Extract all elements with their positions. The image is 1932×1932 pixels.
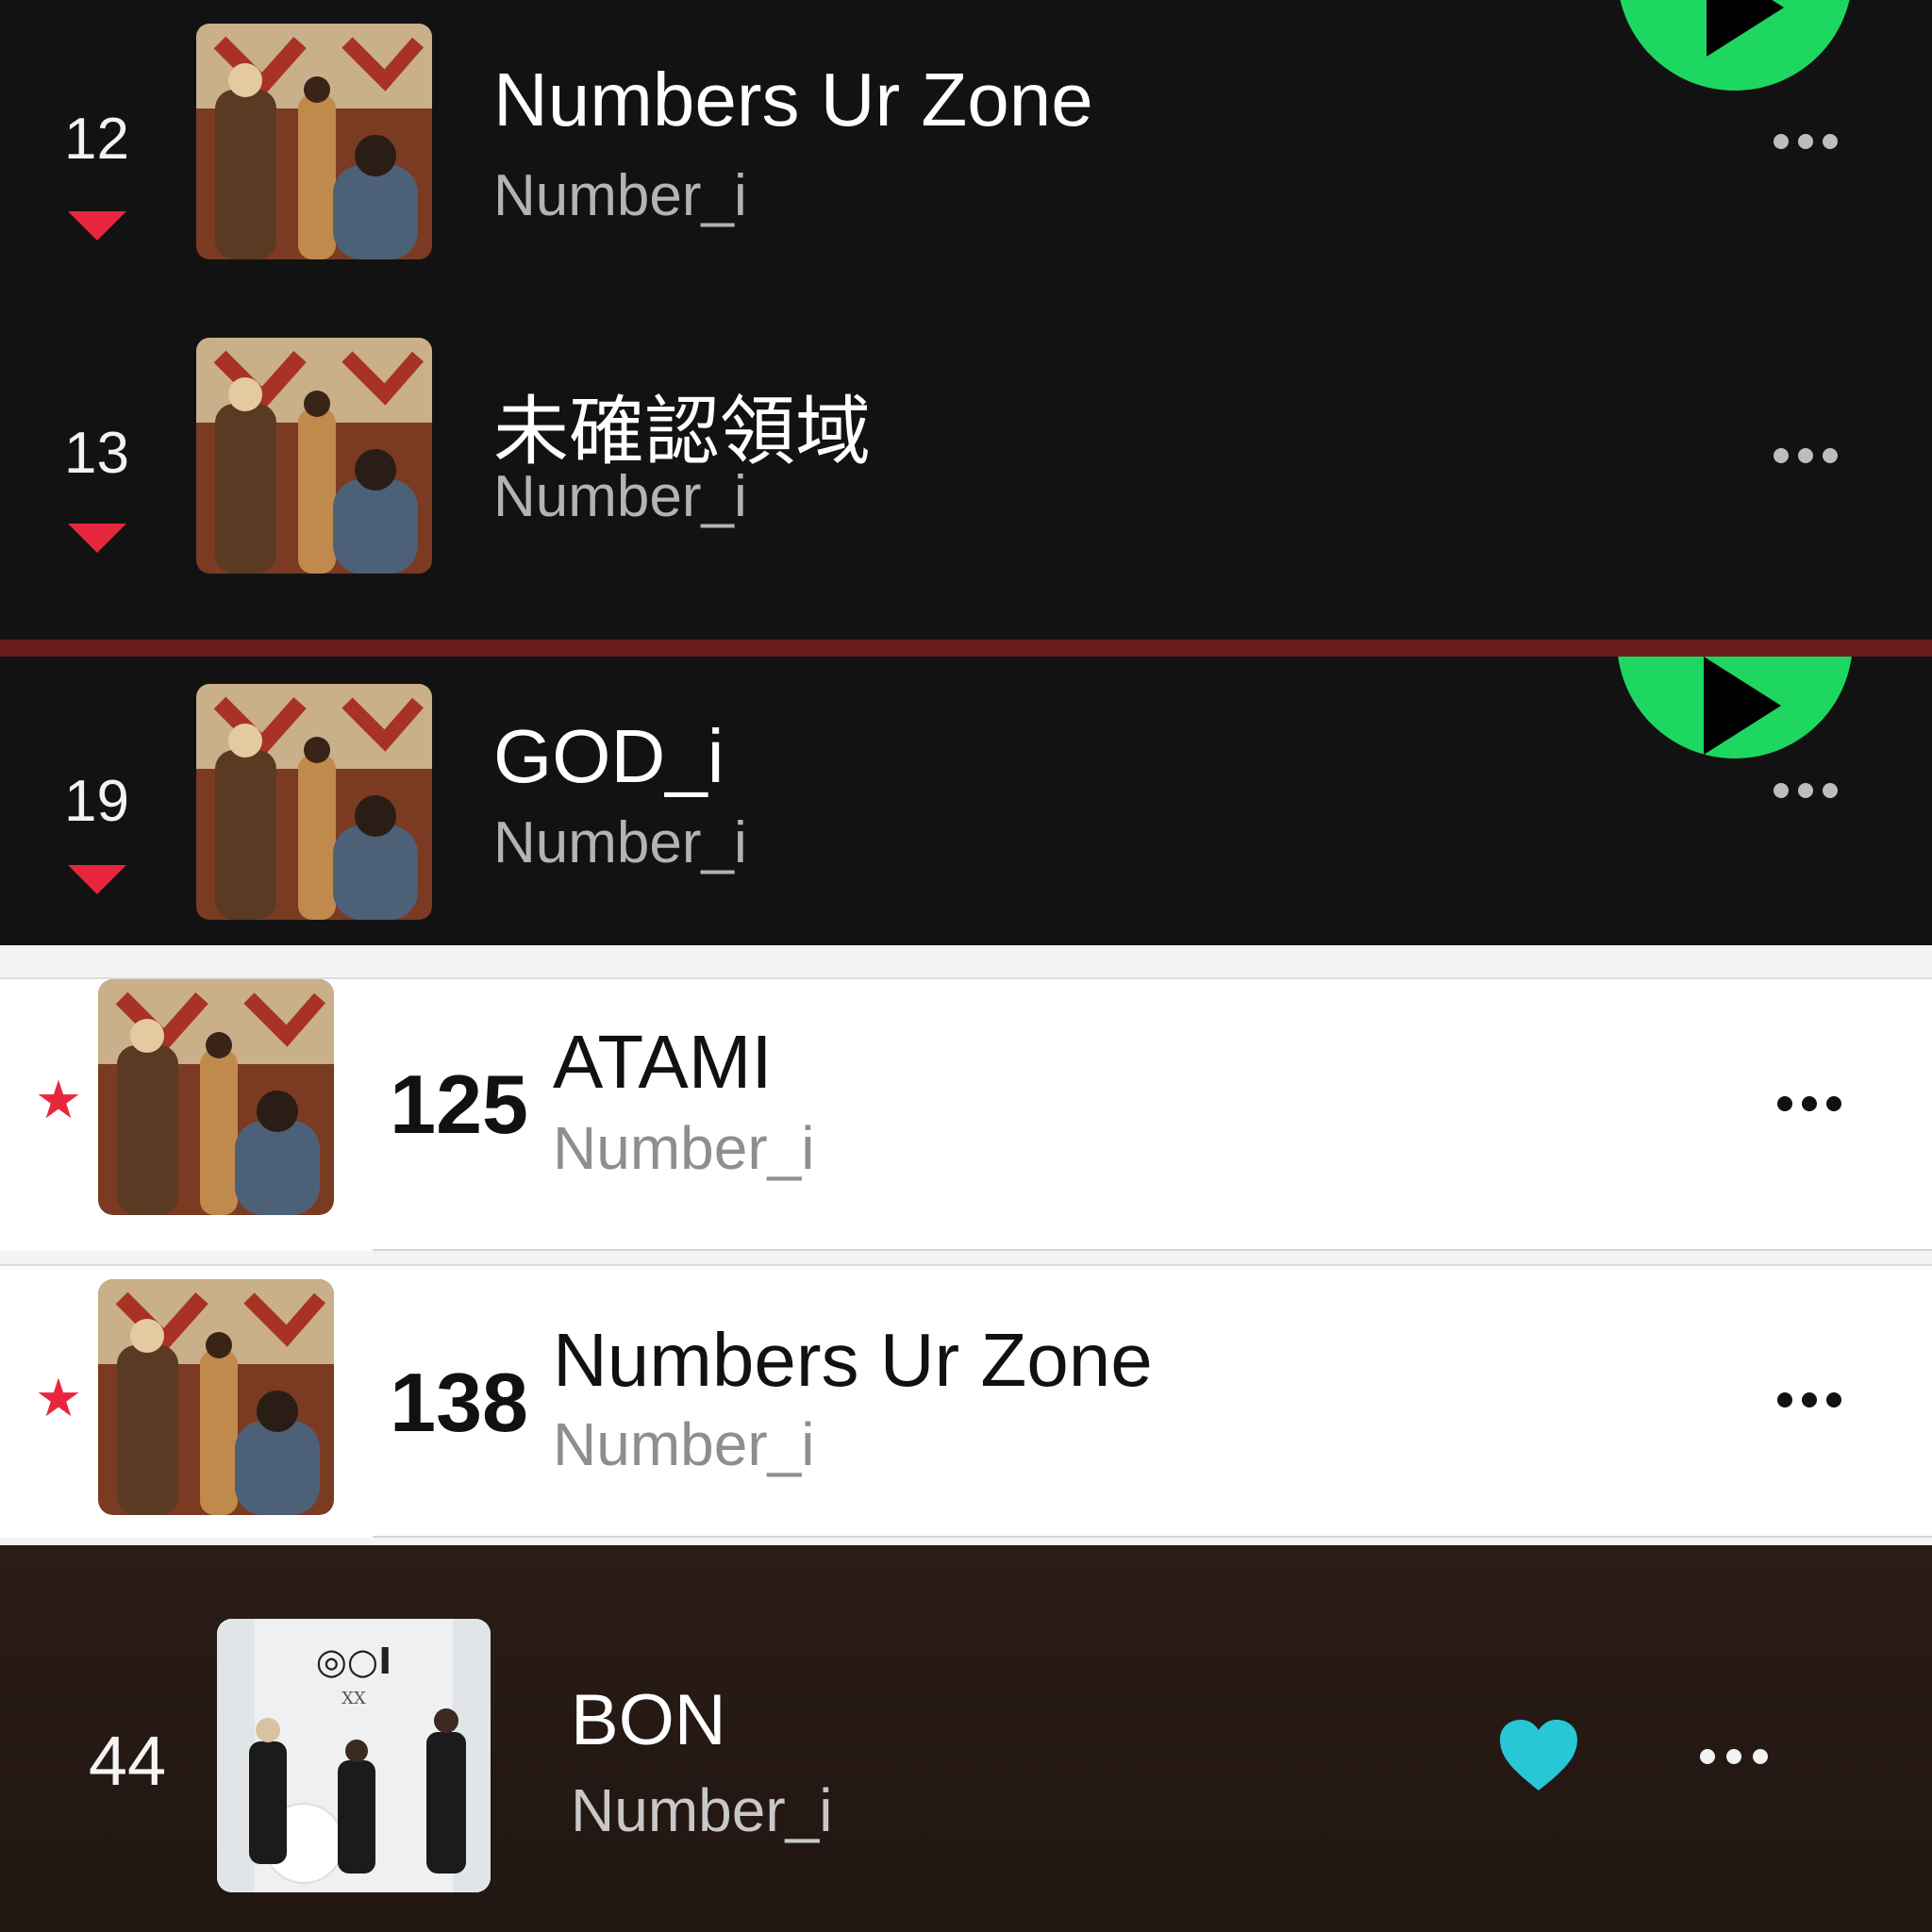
chart-row[interactable]: 12 Numbers Ur Zone Number_i (0, 0, 1932, 302)
dark-chart-section: 12 Numbers Ur Zone Number_i 13 未確認領域 Num… (0, 0, 1932, 640)
track-artist: Number_i (493, 163, 747, 228)
svg-text:◎○Ⅰ: ◎○Ⅰ (316, 1641, 391, 1682)
more-dot (1774, 448, 1789, 463)
more-dot (1753, 1749, 1768, 1764)
rank-down-icon (68, 211, 126, 241)
more-dot (1802, 1096, 1817, 1111)
star-badge-icon: ★ (34, 1368, 83, 1427)
more-options-button[interactable] (1766, 779, 1860, 802)
rank-number: 13 (64, 421, 129, 486)
dark-chart-section-2: 19 GOD_i Number_i (0, 640, 1932, 945)
album-art: ◎○Ⅰ XX (217, 1619, 491, 1892)
chart-row[interactable]: 19 GOD_i Number_i (0, 657, 1932, 945)
more-dot (1802, 1392, 1817, 1407)
star-badge-icon: ★ (34, 1070, 83, 1129)
more-dot (1826, 1096, 1841, 1111)
svg-text:XX: XX (341, 1689, 366, 1708)
track-artist: Number_i (553, 1114, 815, 1182)
album-art-image: ◎○Ⅰ XX (217, 1619, 491, 1892)
track-artist: Number_i (493, 464, 747, 529)
track-title: ATAMI (553, 1020, 773, 1104)
more-options-button[interactable] (1766, 130, 1860, 153)
album-art-image (98, 979, 334, 1215)
more-options-button[interactable] (1774, 1391, 1851, 1409)
album-art (98, 1279, 334, 1515)
rank-number: 19 (64, 769, 129, 834)
more-options-button[interactable] (1698, 1747, 1777, 1766)
rank-number: 44 (88, 1722, 167, 1800)
rank-down-icon (68, 865, 126, 894)
track-artist: Number_i (571, 1776, 833, 1844)
rank-down-icon (68, 524, 126, 553)
album-art (196, 338, 432, 574)
track-title: BON (571, 1680, 726, 1760)
track-artist: Number_i (553, 1410, 815, 1478)
more-options-button[interactable] (1766, 444, 1860, 467)
more-dot (1823, 134, 1838, 149)
chart-row[interactable]: ★ 125 ATAMI Number_i (0, 977, 1932, 1251)
album-art-image (196, 24, 432, 259)
row-divider (373, 1536, 1932, 1538)
more-dot (1774, 783, 1789, 798)
track-artist: Number_i (493, 810, 747, 875)
player-section: 44 ◎○Ⅰ XX BON Number_i (0, 1545, 1932, 1932)
more-dot (1777, 1392, 1792, 1407)
album-art-image (196, 684, 432, 920)
more-dot (1774, 134, 1789, 149)
track-title: Numbers Ur Zone (493, 58, 1093, 142)
more-dot (1777, 1096, 1792, 1111)
album-art-image (98, 1279, 334, 1515)
more-options-button[interactable] (1774, 1094, 1851, 1113)
more-dot (1798, 783, 1813, 798)
more-dot (1726, 1749, 1741, 1764)
heart-shape (1500, 1720, 1577, 1790)
light-chart-section: ★ 125 ATAMI Number_i ★ 138 Numbers Ur Zo… (0, 945, 1932, 1545)
album-art (98, 979, 334, 1215)
chart-position: 138 (390, 1356, 528, 1449)
track-title: GOD_i (493, 714, 724, 798)
album-art (196, 24, 432, 259)
more-dot (1826, 1392, 1841, 1407)
chart-row[interactable]: 13 未確認領域 Number_i (0, 314, 1932, 616)
album-art (196, 684, 432, 920)
row-divider (373, 1249, 1932, 1251)
rank-number: 12 (64, 107, 129, 172)
chart-position: 125 (390, 1058, 528, 1151)
like-heart-icon[interactable] (1496, 1717, 1581, 1792)
album-art-image (196, 338, 432, 574)
more-dot (1798, 134, 1813, 149)
more-dot (1798, 448, 1813, 463)
chart-row[interactable]: ★ 138 Numbers Ur Zone Number_i (0, 1264, 1932, 1538)
more-dot (1823, 448, 1838, 463)
track-title: Numbers Ur Zone (553, 1318, 1153, 1402)
more-dot (1700, 1749, 1715, 1764)
more-dot (1823, 783, 1838, 798)
